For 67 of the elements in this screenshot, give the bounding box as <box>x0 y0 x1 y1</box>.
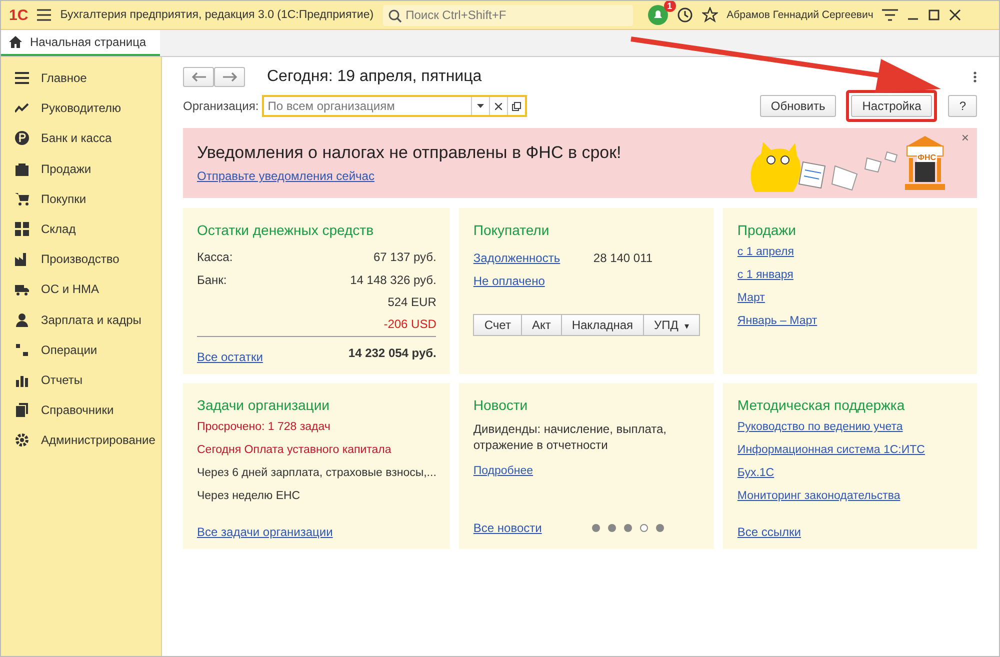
card-link[interactable]: Бух.1С <box>737 467 963 490</box>
sidebar-item[interactable]: Зарплата и кадры <box>1 304 161 335</box>
read-more-link[interactable]: Подробнее <box>473 465 700 488</box>
card-title: Методическая поддержка <box>737 397 906 413</box>
card-title: Покупатели <box>473 222 550 238</box>
task-item: Через неделю ЕНС <box>197 490 302 504</box>
banner-link[interactable]: Отправьте уведомления сейчас <box>197 169 747 183</box>
banner-title: Уведомления о налогах не отправлены в ФНС в срок! <box>197 143 622 163</box>
sidebar-item[interactable]: Производство <box>1 244 161 274</box>
card-title: Новости <box>473 397 529 413</box>
document-button[interactable]: Накладная <box>562 314 644 336</box>
amount-value: -206 USD <box>384 317 436 332</box>
organization-combo[interactable]: По всем организациям <box>262 95 527 117</box>
page-title: Сегодня: 19 апреля, пятница <box>267 68 482 86</box>
card-link[interactable]: Все задачи организации <box>197 525 436 539</box>
tax-office-label: ФНС <box>916 153 937 162</box>
search-field[interactable]: Поиск Ctrl+Shift+F <box>382 4 633 26</box>
document-button[interactable]: Счет <box>473 314 522 336</box>
sidebar-item[interactable]: Справочники <box>1 395 161 426</box>
sidebar-item[interactable]: Руководителю <box>1 93 161 124</box>
amount-value: 67 137 руб. <box>373 250 436 264</box>
sidebar-item[interactable]: Продажи <box>1 154 161 184</box>
user-name[interactable]: Абрамов Геннадий Сергеевич <box>726 9 874 21</box>
card-link[interactable]: Январь – Март <box>737 315 963 338</box>
card-link[interactable]: Руководство по ведению учета <box>737 421 963 444</box>
card-title: Остатки денежных средств <box>197 222 375 238</box>
sidebar-item[interactable]: Операции <box>1 334 161 365</box>
card-link[interactable]: Не оплачено <box>473 274 594 288</box>
home-tab[interactable]: Начальная страница <box>1 30 160 56</box>
amount-value: 524 EUR <box>388 295 436 310</box>
sidebar-item[interactable]: Главное <box>1 63 161 94</box>
task-item: Сегодня Оплата уставного капитала <box>197 444 392 458</box>
notification-count: 1 <box>664 1 676 12</box>
card-link[interactable]: с 1 апреля <box>737 246 963 269</box>
toolbar-button[interactable]: Настройка <box>851 95 932 117</box>
row-label: Касса: <box>197 250 233 264</box>
card-title: Продажи <box>737 222 797 238</box>
card-link[interactable]: Все остатки <box>197 350 263 364</box>
app-logo: 1С <box>9 6 28 24</box>
card-link[interactable]: Информационная система 1С:ИТС <box>737 444 963 467</box>
card-link[interactable]: с 1 января <box>737 269 963 292</box>
document-button[interactable]: УПД ▾ <box>644 314 700 336</box>
task-item: Просрочено: 1 728 задач <box>197 421 332 435</box>
help-button[interactable]: ? <box>948 95 977 117</box>
amount-value: 14 148 326 руб. <box>350 272 436 287</box>
news-text: Дивиденды: начисление, выплата, отражение в отчетности <box>473 421 668 453</box>
sidebar-item[interactable]: Покупки <box>1 184 161 214</box>
document-button[interactable]: Акт <box>522 314 562 336</box>
card-link[interactable]: Мониторинг законодательства <box>737 490 963 513</box>
amount-value: 28 140 011 <box>593 250 653 264</box>
sidebar-item[interactable]: Банк и касса <box>1 123 161 154</box>
task-item: Через 6 дней зарплата, страховые взносы,... <box>197 467 436 481</box>
sidebar-item[interactable]: ОС и НМА <box>1 274 161 304</box>
card-link[interactable]: Все новости <box>473 520 542 534</box>
organization-label: Организация: <box>183 99 259 113</box>
window-title: Бухгалтерия предприятия, редакция 3.0 (1С:Предприятие) <box>60 9 374 21</box>
row-label: Банк: <box>197 272 227 287</box>
toolbar-button[interactable]: Обновить <box>760 95 836 117</box>
close-button[interactable]: × <box>961 130 969 145</box>
card-link[interactable]: Все ссылки <box>737 525 963 539</box>
sidebar-item[interactable]: Администрирование <box>1 425 161 456</box>
card-link[interactable]: Задолженность <box>473 250 594 264</box>
card-title: Задачи организации <box>197 397 330 413</box>
total-value: 14 232 054 руб. <box>348 346 436 360</box>
sidebar-item[interactable]: Склад <box>1 214 161 244</box>
card-link[interactable]: Март <box>737 292 963 315</box>
sidebar-item[interactable]: Отчеты <box>1 364 161 396</box>
